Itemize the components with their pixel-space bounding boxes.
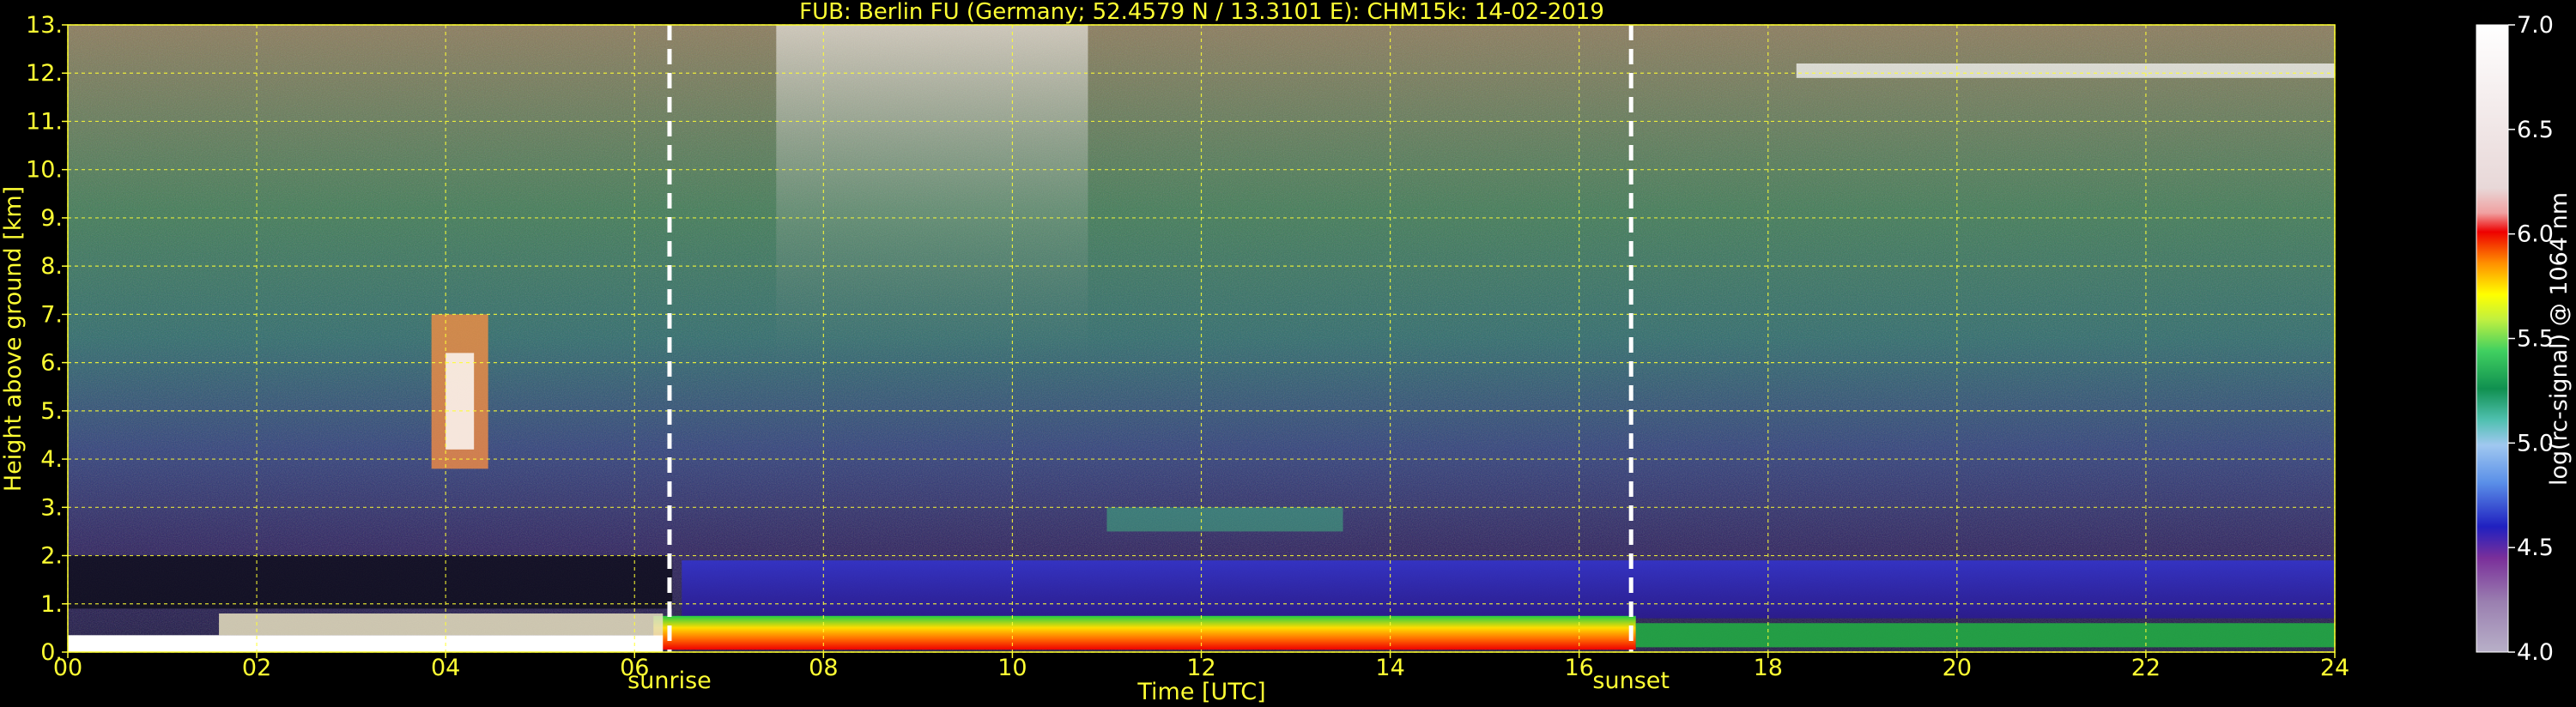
y-tick-label: 0. xyxy=(40,639,63,666)
x-tick-label: 14 xyxy=(1375,655,1404,681)
y-tick-label: 11. xyxy=(26,108,63,135)
y-tick-label: 4. xyxy=(40,446,63,473)
x-tick-label: 08 xyxy=(809,655,838,681)
y-tick-label: 1. xyxy=(40,591,63,618)
evening-boundary-layer xyxy=(1635,623,2335,648)
cirrus-layer xyxy=(1796,63,2335,78)
y-tick-label: 10. xyxy=(26,157,63,184)
residual-layer-band xyxy=(682,560,2335,619)
y-tick-label: 8. xyxy=(40,253,63,280)
colorbar-tick-label: 6.5 xyxy=(2517,117,2554,143)
y-tick-label: 6. xyxy=(40,350,63,377)
x-tick-label: 06 xyxy=(620,655,649,681)
surface-layer xyxy=(68,635,664,652)
x-tick-label: 04 xyxy=(431,655,460,681)
y-tick-label: 5. xyxy=(40,398,63,425)
y-tick-label: 2. xyxy=(40,543,63,570)
x-tick-label: 22 xyxy=(2131,655,2161,681)
colorbar-label: log(rc-signal) @ 1064 nm xyxy=(2546,192,2573,486)
x-tick-label: 16 xyxy=(1564,655,1593,681)
y-axis-label: Height above ground [km] xyxy=(0,186,27,492)
cloud-0400-core xyxy=(445,353,475,450)
x-tick-label: 12 xyxy=(1186,655,1215,681)
colorbar-tick-label: 4.5 xyxy=(2517,535,2554,561)
boundary-layer xyxy=(653,615,1636,650)
colorbar-gradient xyxy=(2476,25,2508,652)
y-tick-label: 13. xyxy=(26,12,63,39)
y-axis-ticks: 0. 1. 2. 3. 4. 5. 6. 7. 8. 9. 10. 11. 12. 13. xyxy=(26,12,68,666)
x-axis-label: Time [UTC] xyxy=(1136,679,1265,705)
colorbar: 4.04.55.05.56.06.57.0 log(rc-signal) @ 1… xyxy=(2476,12,2573,666)
x-axis-ticks: 00 02 04 06 08 10 12 14 16 18 20 22 24 xyxy=(53,652,2349,681)
x-tick-label: 10 xyxy=(997,655,1027,681)
colorbar-tick-label: 7.0 xyxy=(2517,12,2554,39)
night-aerosol-layer xyxy=(219,613,664,636)
y-tick-label: 12. xyxy=(26,60,63,87)
x-tick-label: 24 xyxy=(2320,655,2349,681)
x-tick-label: 02 xyxy=(242,655,271,681)
colorbar-tick-label: 4.0 xyxy=(2517,639,2554,666)
chart-title: FUB: Berlin FU (Germany; 52.4579 N / 13.… xyxy=(799,0,1604,25)
y-tick-label: 9. xyxy=(40,205,63,232)
plot-area xyxy=(68,25,2335,652)
elevated-aerosol-layer xyxy=(1106,507,1343,532)
night-low-signal xyxy=(68,555,673,609)
x-tick-label: 20 xyxy=(1943,655,1972,681)
y-tick-label: 3. xyxy=(40,494,63,521)
sun-marker-label: sunset xyxy=(1592,668,1670,694)
x-tick-label: 18 xyxy=(1754,655,1783,681)
ceilometer-chart: sunrise sunset 00 02 04 06 08 10 12 14 16 18 20 22 24… xyxy=(0,0,2573,705)
y-tick-label: 7. xyxy=(40,301,63,328)
